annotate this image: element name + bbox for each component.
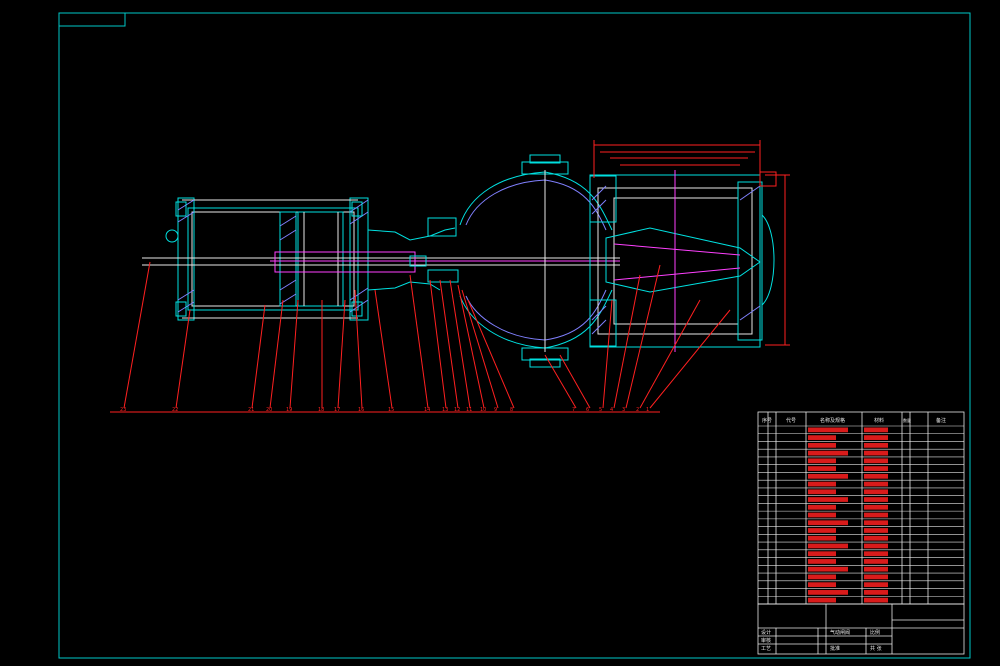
parts-list-name-entry [808, 497, 848, 502]
parts-list-name-entry [808, 466, 836, 471]
parts-list-name-entry [808, 535, 836, 541]
parts-list-name-entry [808, 473, 848, 479]
header-note: 备注 [936, 417, 946, 424]
parts-list-material-entry [864, 450, 888, 456]
balloon-label: 3 [622, 407, 625, 413]
parts-list-name-entry [808, 489, 836, 495]
header-code: 代号 [786, 417, 796, 424]
parts-list-name-entry [808, 528, 836, 533]
balloon-label: 15 [388, 407, 394, 413]
parts-list-rows [758, 425, 964, 605]
balloon-label: 16 [358, 407, 364, 413]
header-no: 序号 [762, 417, 772, 424]
parts-list-material-entry [864, 458, 888, 464]
parts-list-material-entry [864, 512, 888, 518]
parts-list-material-entry [864, 597, 888, 603]
tb-scale: 比例 [870, 629, 880, 636]
parts-list-material-entry [864, 504, 888, 510]
parts-list-name-entry [808, 566, 848, 572]
balloon-label: 20 [266, 407, 272, 413]
tb-process: 工艺 [761, 646, 771, 652]
balloon-label: 8 [510, 407, 513, 413]
tb-design: 设计 [761, 629, 771, 636]
balloon-label: 11 [466, 407, 472, 413]
parts-list-name-entry [808, 481, 836, 487]
parts-list-material-entry [864, 543, 888, 549]
balloon-label: 21 [248, 407, 254, 413]
parts-list-material-entry [864, 590, 888, 595]
balloon-label: 2 [636, 407, 639, 413]
parts-list-material-entry [864, 466, 888, 471]
parts-list-name-entry [808, 504, 836, 510]
parts-list [757, 411, 965, 605]
balloon-label: 6 [586, 407, 589, 413]
balloon-label: 4 [610, 407, 613, 413]
parts-list-name-entry [808, 543, 848, 549]
parts-list-material-entry [864, 528, 888, 533]
balloon-label: 1 [646, 407, 649, 413]
cad-drawing-canvas: 23 22 21 20 19 18 17 16 15 14 13 12 11 10 9 8 7 6 5 4 3 2 1 序号… [58, 12, 971, 659]
parts-list-name-entry [808, 458, 836, 464]
parts-list-material-entry [864, 489, 888, 495]
parts-list-name-entry [808, 427, 848, 433]
title-block [757, 603, 965, 655]
tb-drawing-title: 气动闸阀 [830, 629, 850, 636]
parts-list-name-entry [808, 512, 836, 518]
balloon-label: 10 [480, 407, 486, 413]
parts-list-name-entry [808, 442, 836, 448]
parts-list-material-entry [864, 582, 888, 588]
parts-list-name-entry [808, 435, 836, 440]
header-material: 材料 [874, 417, 884, 424]
parts-list-material-entry [864, 574, 888, 580]
parts-list-material-entry [864, 535, 888, 541]
balloon-label: 17 [334, 407, 340, 413]
parts-list-name-entry [808, 597, 836, 603]
parts-list-header: 序号 代号 名称及规格 材料 数量 备注 [762, 417, 946, 424]
balloon-label: 12 [454, 407, 460, 413]
header-qty: 数量 [903, 417, 911, 423]
balloon-label: 18 [318, 407, 324, 413]
parts-list-material-entry [864, 473, 888, 479]
balloon-label: 22 [172, 407, 178, 413]
parts-list-name-entry [808, 590, 848, 595]
parts-list-name-entry [808, 450, 848, 456]
header-name: 名称及规格 [820, 417, 845, 424]
tb-sheet: 共 张 [870, 645, 882, 652]
parts-list-material-entry [864, 520, 888, 526]
parts-list-material-entry [864, 566, 888, 572]
pneumatic-cylinder [165, 197, 459, 321]
parts-list-material-entry [864, 551, 888, 557]
balloon-label: 14 [424, 407, 430, 413]
title-block-text: 设计 审核 工艺 气动闸阀 比例 共 张 批准 [761, 629, 882, 652]
valve-stem [142, 251, 620, 273]
parts-list-material-entry [864, 442, 888, 448]
tb-check: 审核 [761, 637, 771, 644]
parts-list-material-entry [864, 435, 888, 440]
parts-list-material-entry [864, 497, 888, 502]
balloon-row: 23 22 21 20 19 18 17 16 15 14 13 12 11 10 9 8 7 6 5 4 3 2 1 [110, 407, 660, 413]
balloon-label: 19 [286, 407, 292, 413]
balloon-label: 13 [442, 407, 448, 413]
balloon-label: 7 [572, 407, 575, 413]
parts-list-name-entry [808, 551, 836, 557]
parts-list-name-entry [808, 574, 836, 580]
parts-list-name-entry [808, 582, 836, 588]
balloon-label: 23 [120, 407, 126, 413]
parts-list-material-entry [864, 481, 888, 487]
parts-list-material-entry [864, 559, 888, 564]
parts-list-name-entry [808, 559, 836, 564]
balloon-label: 5 [599, 407, 602, 413]
tb-approve: 批准 [830, 645, 840, 652]
parts-list-material-entry [864, 427, 888, 433]
balloon-label: 9 [494, 407, 497, 413]
parts-list-name-entry [808, 520, 848, 526]
